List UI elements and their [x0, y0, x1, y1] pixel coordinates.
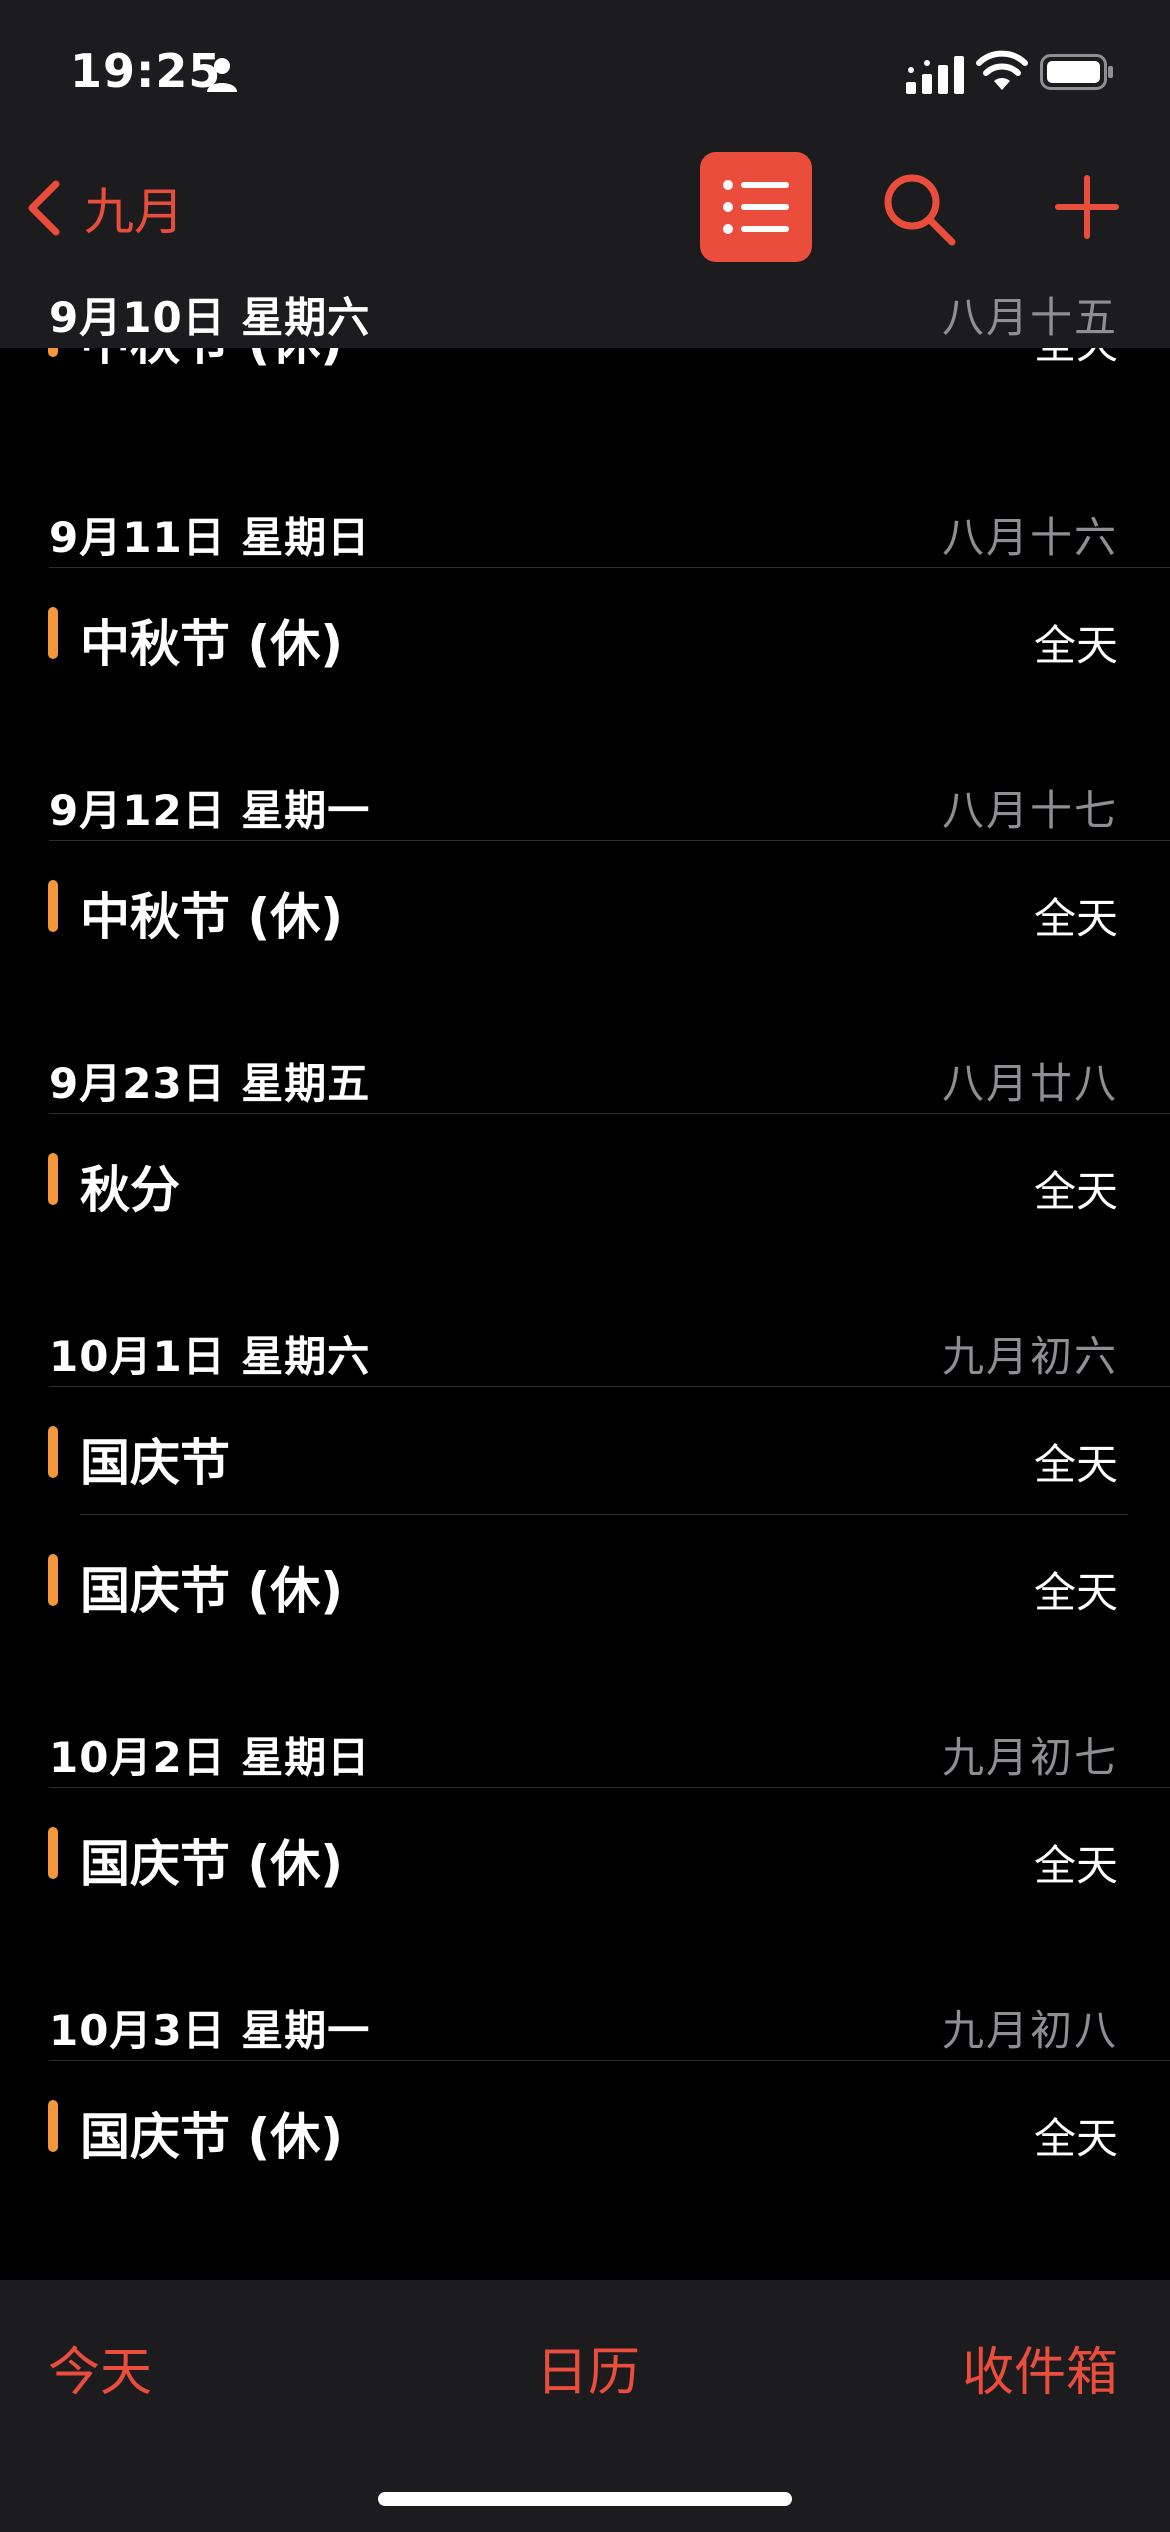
- event-list-content: 中秋节 (休) 全天 9月11日 星期日 八月十六 中秋节 (休) 全天 9月1…: [0, 348, 1170, 2280]
- wifi-icon: [976, 50, 1028, 90]
- event-time: 全天: [1033, 1167, 1118, 1216]
- day-lunar-date: 九月初六: [941, 1332, 1118, 1381]
- today-button[interactable]: 今天: [48, 2330, 152, 2405]
- event-title: 秋分: [80, 1161, 180, 1219]
- event-row[interactable]: 中秋节 (休) 全天: [0, 841, 1170, 969]
- person-icon: [207, 58, 237, 92]
- home-indicator[interactable]: [378, 2492, 792, 2506]
- event-color-bar: [48, 1554, 58, 1606]
- event-time: 全天: [1033, 2114, 1118, 2163]
- event-time: 全天: [1033, 1568, 1118, 1617]
- event-row[interactable]: 国庆节 (休) 全天: [0, 1515, 1170, 1643]
- battery-icon: [1040, 54, 1113, 90]
- day-date: 10月1日 星期六: [49, 1332, 371, 1381]
- event-color-bar: [48, 607, 58, 659]
- day-date: 10月3日 星期一: [49, 2006, 371, 2055]
- event-title: 国庆节 (休): [80, 1562, 344, 1620]
- event-color-bar: [48, 1426, 58, 1478]
- event-title: 国庆节: [80, 1434, 230, 1492]
- inbox-button[interactable]: 收件箱: [962, 2330, 1118, 2405]
- day-lunar-date: 八月十七: [941, 786, 1118, 835]
- event-color-bar: [48, 2100, 58, 2152]
- back-label: 九月: [84, 183, 184, 241]
- day-date: 10月4日 星期二: [49, 2270, 370, 2280]
- event-list[interactable]: 中秋节 (休) 全天 9月11日 星期日 八月十六 中秋节 (休) 全天 9月1…: [0, 348, 1170, 2280]
- event-row[interactable]: 国庆节 (休) 全天: [0, 1788, 1170, 1916]
- event-color-bar: [48, 1827, 58, 1879]
- event-title: 中秋节 (休): [80, 888, 344, 946]
- status-time: 19:25: [70, 44, 222, 98]
- event-row[interactable]: 中秋节 (休) 全天: [0, 348, 1170, 394]
- event-title: 国庆节 (休): [80, 1835, 344, 1893]
- day-lunar-date: 八月廿八: [941, 1059, 1118, 1108]
- list-icon: [723, 180, 789, 234]
- day-header: 9月23日 星期五 八月廿八: [0, 1036, 1170, 1114]
- event-title: 中秋节 (休): [80, 615, 344, 673]
- day-date: 9月11日 星期日: [49, 513, 371, 562]
- chevron-left-icon: [28, 180, 60, 236]
- day-date: 10月2日 星期日: [49, 1733, 371, 1782]
- event-row[interactable]: 国庆节 (休) 全天: [0, 2061, 1170, 2189]
- navigation-bar: 九月: [0, 142, 1170, 273]
- event-row[interactable]: 中秋节 (休) 全天: [0, 568, 1170, 696]
- tab-bar: 今天 日历 收件箱: [0, 2280, 1170, 2532]
- cellular-signal-icon: [906, 56, 964, 94]
- day-lunar-date: 八月十五: [941, 293, 1118, 342]
- event-title: 国庆节 (休): [80, 2108, 344, 2166]
- day-header: 10月1日 星期六 九月初六: [0, 1309, 1170, 1387]
- search-icon[interactable]: [880, 170, 960, 250]
- event-color-bar: [48, 880, 58, 932]
- event-time: 全天: [1033, 894, 1118, 943]
- day-lunar-date: 九月初八: [941, 2006, 1118, 2055]
- event-row[interactable]: 国庆节 全天: [0, 1387, 1170, 1515]
- day-date: 9月23日 星期五: [49, 1059, 371, 1108]
- list-view-toggle-button[interactable]: [700, 152, 812, 262]
- event-color-bar: [48, 348, 58, 357]
- status-bar: 19:25: [0, 0, 1170, 142]
- day-header: 10月3日 星期一 九月初八: [0, 1983, 1170, 2061]
- back-to-month-button[interactable]: 九月: [24, 172, 184, 244]
- day-lunar-date: 九月初九: [942, 2270, 1118, 2280]
- day-header: 10月2日 星期日 九月初七: [0, 1710, 1170, 1788]
- day-header: 9月12日 星期一 八月十七: [0, 763, 1170, 841]
- day-header: 10月4日 星期二 九月初九: [0, 2256, 1170, 2280]
- add-event-icon[interactable]: [1052, 172, 1122, 242]
- event-time: 全天: [1033, 1841, 1118, 1890]
- day-date: 9月10日 星期六: [49, 293, 371, 342]
- event-time: 全天: [1033, 621, 1118, 670]
- event-title: 中秋节 (休): [80, 348, 343, 374]
- event-time: 全天: [1033, 1440, 1118, 1489]
- event-color-bar: [48, 1153, 58, 1205]
- pinned-day-header: 9月10日 星期六 八月十五: [0, 272, 1170, 348]
- day-date: 9月12日 星期一: [49, 786, 371, 835]
- event-time: 全天: [1034, 348, 1118, 371]
- event-row[interactable]: 秋分 全天: [0, 1114, 1170, 1242]
- calendars-button[interactable]: 日历: [536, 2330, 640, 2405]
- day-header: 9月11日 星期日 八月十六: [0, 490, 1170, 568]
- day-lunar-date: 九月初七: [941, 1733, 1118, 1782]
- day-lunar-date: 八月十六: [941, 513, 1118, 562]
